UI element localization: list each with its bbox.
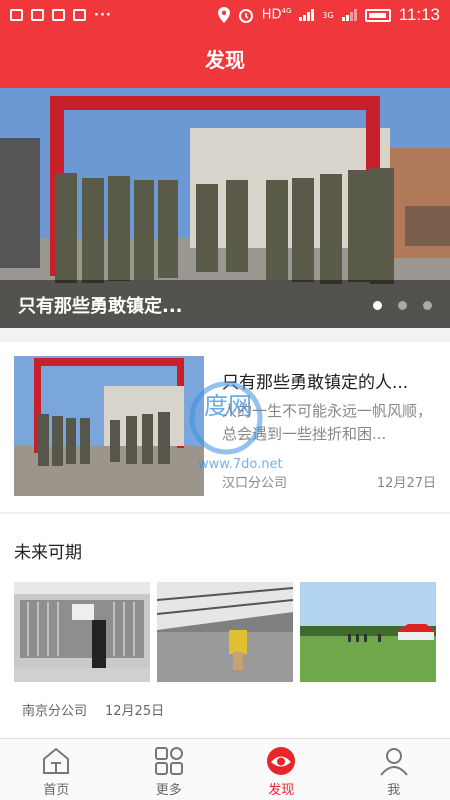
- eye-icon: [267, 747, 296, 775]
- app-icon: [73, 9, 86, 21]
- clock: 11:13: [398, 5, 440, 24]
- mail-icon: [10, 9, 23, 21]
- network-type-2: 3G: [322, 10, 334, 20]
- home-icon: [43, 747, 70, 774]
- alarm-icon: [238, 9, 253, 23]
- album-photo[interactable]: [14, 582, 150, 682]
- message-icon: [31, 9, 44, 21]
- nav-item-me[interactable]: 我: [338, 739, 450, 800]
- article-card[interactable]: 只有那些勇敢镇定的人... 人的一生不可能永远一帆风顺，总会遇到一些挫折和困..…: [0, 342, 450, 512]
- location-icon: [217, 7, 230, 23]
- album-source: 南京分公司: [22, 704, 88, 719]
- album-photos: [14, 582, 436, 682]
- status-notifications: ···: [10, 8, 112, 23]
- image-icon: [52, 9, 65, 21]
- banner-carousel[interactable]: 只有那些勇敢镇定...: [0, 88, 450, 328]
- status-system: HD4G 3G 11:13: [217, 5, 440, 25]
- nav-item-home[interactable]: 首页: [0, 739, 113, 800]
- carousel-dot[interactable]: [398, 301, 407, 310]
- article-date: 12月27日: [376, 476, 436, 491]
- album-photo[interactable]: [157, 582, 293, 682]
- nav-label: 首页: [43, 783, 70, 798]
- network-type: HD4G: [261, 7, 292, 23]
- carousel-indicators: [373, 301, 432, 310]
- top-bar: ··· HD4G 3G 11:13 发现: [0, 0, 450, 88]
- album-title: 未来可期: [14, 543, 82, 563]
- more-notifications-icon: ···: [94, 7, 112, 23]
- album-photo[interactable]: [300, 582, 436, 682]
- article-meta: 汉口分公司 12月27日: [222, 472, 436, 491]
- nav-label: 我: [387, 783, 401, 798]
- article-source: 汉口分公司: [222, 476, 288, 491]
- bottom-nav: 首页 更多 发现 我: [0, 738, 450, 800]
- article-title: 只有那些勇敢镇定的人...: [222, 373, 409, 393]
- nav-item-more[interactable]: 更多: [113, 739, 226, 800]
- grid-icon: [154, 747, 183, 775]
- carousel-dot[interactable]: [373, 301, 382, 310]
- page-title: 发现: [205, 48, 245, 72]
- article-thumbnail: [14, 356, 204, 496]
- nav-label: 更多: [155, 783, 182, 798]
- status-bar: ··· HD4G 3G 11:13: [0, 0, 450, 30]
- album-meta: 南京分公司 12月25日: [22, 700, 164, 719]
- album-card[interactable]: 未来可期 南京分公司 12月25日: [0, 514, 450, 738]
- signal-1-icon: [299, 9, 315, 21]
- nav-label: 发现: [268, 783, 295, 798]
- carousel-dot[interactable]: [423, 301, 432, 310]
- album-date: 12月25日: [105, 704, 165, 719]
- battery-icon: [364, 8, 391, 22]
- signal-2-icon: [341, 9, 357, 21]
- user-icon: [379, 748, 408, 776]
- nav-item-discover[interactable]: 发现: [225, 739, 338, 800]
- article-summary: 人的一生不可能永远一帆风顺，总会遇到一些挫折和困...: [222, 402, 433, 443]
